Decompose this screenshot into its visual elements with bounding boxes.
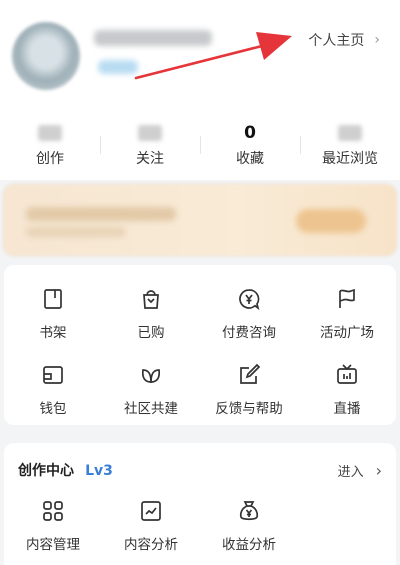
- banner-text-redacted: [26, 207, 176, 221]
- stat-label-following: 关注: [136, 151, 164, 167]
- service-feedback-help[interactable]: 反馈与帮助: [200, 361, 298, 417]
- stat-following[interactable]: 关注: [100, 110, 200, 180]
- username-redacted[interactable]: [94, 30, 212, 46]
- personal-homepage-label: 个人主页: [308, 33, 365, 49]
- stat-label-creations: 创作: [36, 151, 64, 167]
- service-label: 反馈与帮助: [215, 401, 283, 417]
- service-label: 活动广场: [320, 325, 374, 341]
- service-label: 社区共建: [124, 401, 178, 417]
- stat-value-creations: [38, 125, 62, 141]
- service-label: 付费咨询: [222, 325, 276, 341]
- service-activity-square[interactable]: 活动广场: [298, 285, 396, 341]
- stat-recent[interactable]: 最近浏览: [300, 110, 400, 180]
- user-badge-redacted: [98, 60, 138, 74]
- stat-favorites[interactable]: 0 收藏: [200, 110, 300, 180]
- creation-center-title: 创作中心: [18, 463, 74, 479]
- bookshelf-icon: [39, 285, 67, 313]
- stat-label-recent: 最近浏览: [322, 151, 378, 167]
- wallet-icon: [39, 361, 67, 389]
- service-purchased[interactable]: 已购: [102, 285, 200, 341]
- service-paid-consult[interactable]: 付费咨询: [200, 285, 298, 341]
- service-label: 钱包: [39, 401, 67, 417]
- services-card: 书架 已购 付费咨询 活动广场 钱包 社区共建 反馈与帮助 直播: [4, 265, 396, 425]
- banner-subtext-redacted: [26, 227, 126, 237]
- creation-content-analysis[interactable]: 内容分析: [102, 497, 200, 553]
- service-bookshelf[interactable]: 书架: [4, 285, 102, 341]
- live-tv-icon: [333, 361, 361, 389]
- stats-row: 创作 关注 0 收藏 最近浏览: [0, 110, 400, 180]
- creation-center-card: 创作中心 Lv3 进入 › 内容管理 内容分析 收益分析: [4, 443, 396, 565]
- personal-homepage-link[interactable]: 个人主页 ›: [308, 30, 380, 50]
- profile-header: 个人主页 ›: [0, 0, 400, 110]
- stat-value-following: [138, 125, 162, 141]
- content-grid-icon: [39, 497, 67, 525]
- paid-consult-icon: [235, 285, 263, 313]
- flag-icon: [333, 285, 361, 313]
- feedback-icon: [235, 361, 263, 389]
- creation-item-label: 内容管理: [26, 537, 80, 553]
- creator-level-badge: Lv3: [85, 463, 113, 479]
- shopping-bag-icon: [137, 285, 165, 313]
- service-live[interactable]: 直播: [298, 361, 396, 417]
- stat-label-favorites: 收藏: [236, 151, 264, 167]
- enter-label: 进入: [337, 464, 364, 480]
- service-label: 已购: [137, 325, 165, 341]
- stat-value-recent: [338, 125, 362, 141]
- service-label: 书架: [39, 325, 67, 341]
- creation-center-enter-button[interactable]: 进入 ›: [338, 461, 382, 480]
- creation-content-management[interactable]: 内容管理: [4, 497, 102, 553]
- creation-item-label: 内容分析: [124, 537, 178, 553]
- chevron-right-icon: ›: [375, 460, 382, 480]
- stat-creations[interactable]: 创作: [0, 110, 100, 180]
- banner-button-redacted[interactable]: [296, 209, 366, 233]
- service-community[interactable]: 社区共建: [102, 361, 200, 417]
- avatar[interactable]: [12, 22, 80, 90]
- money-bag-icon: [235, 497, 263, 525]
- service-wallet[interactable]: 钱包: [4, 361, 102, 417]
- promo-banner[interactable]: [4, 185, 396, 255]
- service-label: 直播: [333, 401, 361, 417]
- chevron-right-icon: ›: [374, 32, 380, 48]
- chart-icon: [137, 497, 165, 525]
- creation-item-label: 收益分析: [222, 537, 276, 553]
- creation-revenue-analysis[interactable]: 收益分析: [200, 497, 298, 553]
- community-icon: [137, 361, 165, 389]
- stat-value-favorites: 0: [244, 123, 256, 143]
